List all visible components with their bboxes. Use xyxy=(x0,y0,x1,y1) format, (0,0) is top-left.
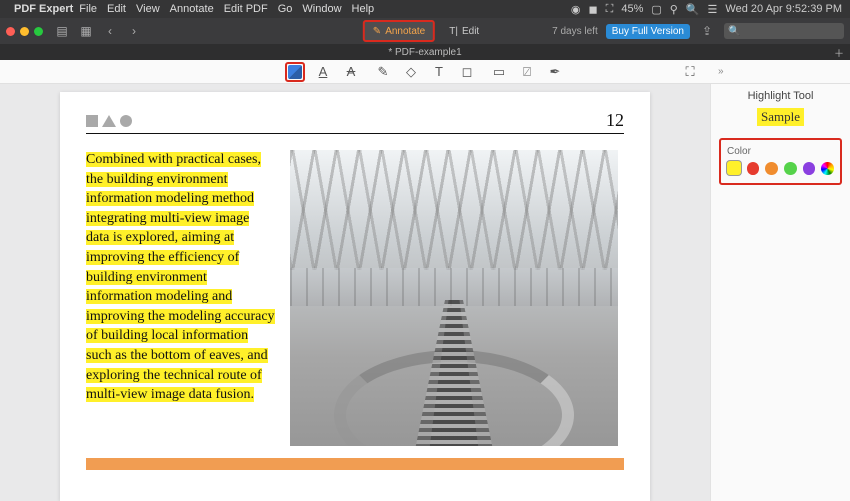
record-icon[interactable]: ◉ xyxy=(571,3,581,16)
color-label: Color xyxy=(727,146,834,157)
mode-edit[interactable]: T| Edit xyxy=(441,22,487,40)
new-tab-icon[interactable]: ＋ xyxy=(834,45,844,60)
orange-bar xyxy=(86,458,624,470)
shapes-tool[interactable]: ◻ xyxy=(457,62,477,82)
share-icon[interactable]: ⇪ xyxy=(698,22,716,40)
page-number: 12 xyxy=(606,110,624,131)
close-window[interactable] xyxy=(6,27,15,36)
menu-help[interactable]: Help xyxy=(352,3,375,15)
minimize-window[interactable] xyxy=(20,27,29,36)
color-red[interactable] xyxy=(747,162,760,175)
battery-icon: ▢ xyxy=(651,3,661,16)
back-icon[interactable]: ‹ xyxy=(101,22,119,40)
annotation-toolbar: A A ✎ ◇ T ◻ ▭ ⍁ ✒ ⛶ » xyxy=(0,60,850,84)
pdf-page: 12 Combined with practical cases, the bu… xyxy=(60,92,650,501)
menu-annotate[interactable]: Annotate xyxy=(170,3,214,15)
inspector-sidebar: Highlight Tool Sample Color xyxy=(710,84,850,501)
text-cursor-icon: T| xyxy=(449,26,458,37)
stop-icon[interactable]: ◼ xyxy=(588,3,597,16)
header-shapes-icon xyxy=(86,115,132,127)
document-tab[interactable]: * PDF-example1 xyxy=(388,47,461,58)
color-orange[interactable] xyxy=(765,162,778,175)
architecture-photo xyxy=(290,150,618,446)
highlight-sample: Sample xyxy=(757,108,804,126)
mode-annotate-label: Annotate xyxy=(385,26,425,37)
buy-full-version-button[interactable]: Buy Full Version xyxy=(606,24,690,39)
color-green[interactable] xyxy=(784,162,797,175)
sidebar-toggle-icon[interactable]: ▤ xyxy=(53,22,71,40)
color-purple[interactable] xyxy=(803,162,816,175)
collapse-sidebar-icon[interactable]: » xyxy=(718,66,724,77)
screen-icon[interactable]: ⛶ xyxy=(606,3,614,16)
window-controls xyxy=(6,27,43,36)
color-yellow[interactable] xyxy=(727,161,741,175)
menu-edit[interactable]: Edit xyxy=(107,3,126,15)
highlighted-text[interactable]: Combined with practical cases, the build… xyxy=(86,152,275,402)
eraser-tool[interactable]: ◇ xyxy=(401,62,421,82)
workspace: 12 Combined with practical cases, the bu… xyxy=(0,84,850,501)
search-icon: 🔍 xyxy=(728,26,740,37)
menu-view[interactable]: View xyxy=(136,3,160,15)
color-picker: Color xyxy=(719,138,842,185)
text-tool[interactable]: T xyxy=(429,62,449,82)
forward-icon[interactable]: › xyxy=(125,22,143,40)
document-tab-bar: * PDF-example1 ＋ xyxy=(0,44,850,60)
control-center-icon[interactable]: ☰ xyxy=(708,3,718,16)
pen-tool[interactable]: ✎ xyxy=(373,62,393,82)
zoom-window[interactable] xyxy=(34,27,43,36)
note-tool[interactable]: ▭ xyxy=(489,62,509,82)
strikethrough-tool[interactable]: A xyxy=(341,62,361,82)
mode-annotate[interactable]: ✎ Annotate xyxy=(363,20,435,42)
pencil-icon: ✎ xyxy=(373,26,381,37)
battery-percent: 45% xyxy=(621,3,643,15)
app-toolbar: ▤ ▦ ‹ › ✎ Annotate T| Edit 7 days left B… xyxy=(0,18,850,44)
inspector-title: Highlight Tool xyxy=(719,90,842,102)
clock: Wed 20 Apr 9:52:39 PM xyxy=(725,3,842,15)
menu-go[interactable]: Go xyxy=(278,3,293,15)
signature-tool[interactable]: ✒ xyxy=(545,62,565,82)
menu-window[interactable]: Window xyxy=(302,3,341,15)
app-name[interactable]: PDF Expert xyxy=(14,3,73,15)
search-field[interactable]: 🔍 xyxy=(724,23,844,39)
menu-edit-pdf[interactable]: Edit PDF xyxy=(224,3,268,15)
mode-edit-label: Edit xyxy=(462,26,479,37)
trial-days-left: 7 days left xyxy=(552,26,598,37)
thumbnails-icon[interactable]: ▦ xyxy=(77,22,95,40)
wifi-icon[interactable]: ⚲ xyxy=(670,3,678,16)
spotlight-icon[interactable]: 🔍 xyxy=(686,3,700,16)
menu-file[interactable]: File xyxy=(79,3,97,15)
highlight-swatch-icon xyxy=(288,65,302,79)
page-image xyxy=(290,150,624,446)
macos-menubar: PDF Expert File Edit View Annotate Edit … xyxy=(0,0,850,18)
highlight-tool[interactable] xyxy=(285,62,305,82)
color-swatches xyxy=(727,161,834,175)
fullscreen-icon[interactable]: ⛶ xyxy=(680,62,700,82)
underline-tool[interactable]: A xyxy=(313,62,333,82)
page-header: 12 xyxy=(86,110,624,134)
stamp-tool[interactable]: ⍁ xyxy=(517,62,537,82)
color-custom[interactable] xyxy=(821,162,834,175)
body-text[interactable]: Combined with practical cases, the build… xyxy=(86,150,276,446)
document-canvas[interactable]: 12 Combined with practical cases, the bu… xyxy=(0,84,710,501)
